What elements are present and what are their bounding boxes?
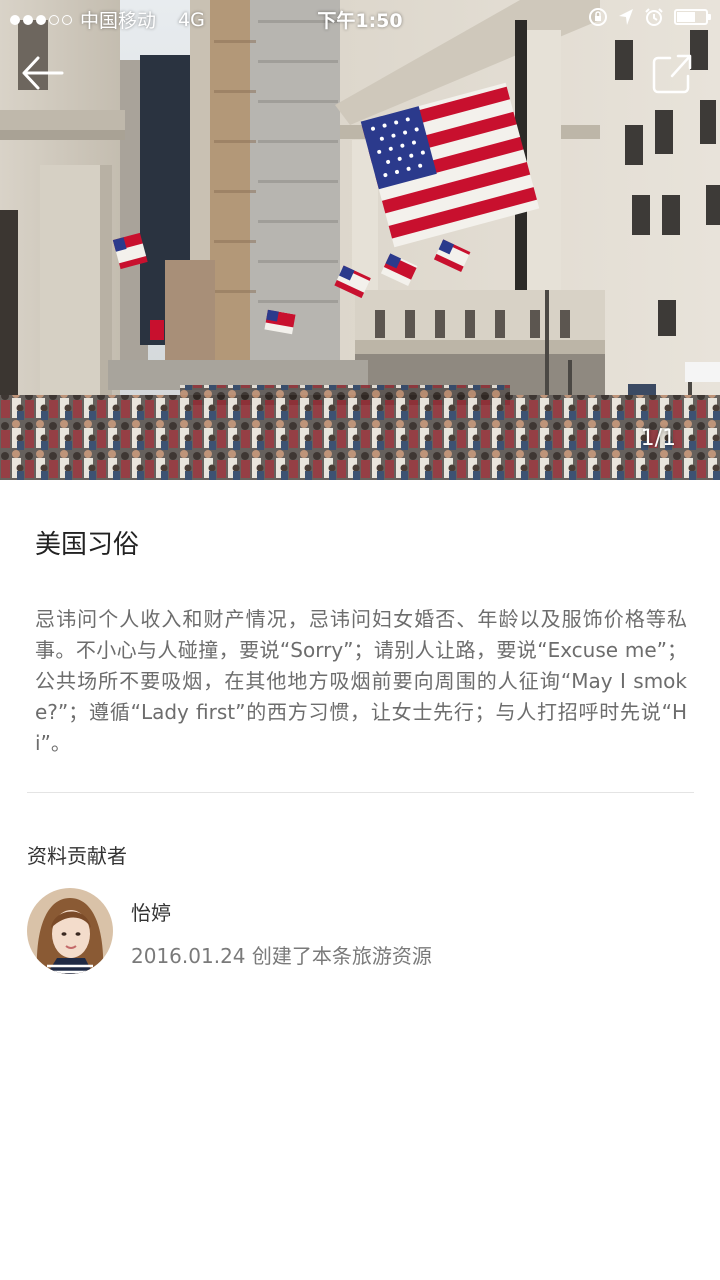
hero-image[interactable]: 中国移动 4G 下午1:50 1/1 xyxy=(0,0,720,480)
divider xyxy=(27,792,694,793)
article-title: 美国习俗 xyxy=(35,530,140,560)
contributor-info: 2016.01.24 创建了本条旅游资源 xyxy=(131,944,432,968)
share-button[interactable] xyxy=(648,50,696,98)
avatar[interactable] xyxy=(27,888,113,974)
contributor-name[interactable]: 怡婷 xyxy=(131,897,171,926)
article-body: 忌讳问个人收入和财产情况，忌讳问妇女婚否、年龄以及服饰价格等私事。不小心与人碰撞… xyxy=(35,607,687,755)
image-page-counter: 1/1 xyxy=(640,426,676,451)
location-arrow-icon xyxy=(619,9,633,25)
contributor-heading: 资料贡献者 xyxy=(27,844,127,868)
alarm-clock-icon xyxy=(645,8,663,26)
orientation-lock-icon xyxy=(589,8,607,26)
share-icon xyxy=(652,54,692,94)
back-arrow-icon xyxy=(22,56,64,90)
battery-icon xyxy=(674,9,711,25)
screen: 中国移动 4G 下午1:50 1/1 美国习俗 忌讳问个人收入和财产情况，忌讳问… xyxy=(0,0,720,1280)
status-bar: 中国移动 4G 下午1:50 xyxy=(0,0,720,36)
street-scene-illustration xyxy=(0,0,720,480)
contributor-avatar-image xyxy=(27,888,113,974)
back-button[interactable] xyxy=(18,52,68,96)
status-right xyxy=(588,7,711,27)
